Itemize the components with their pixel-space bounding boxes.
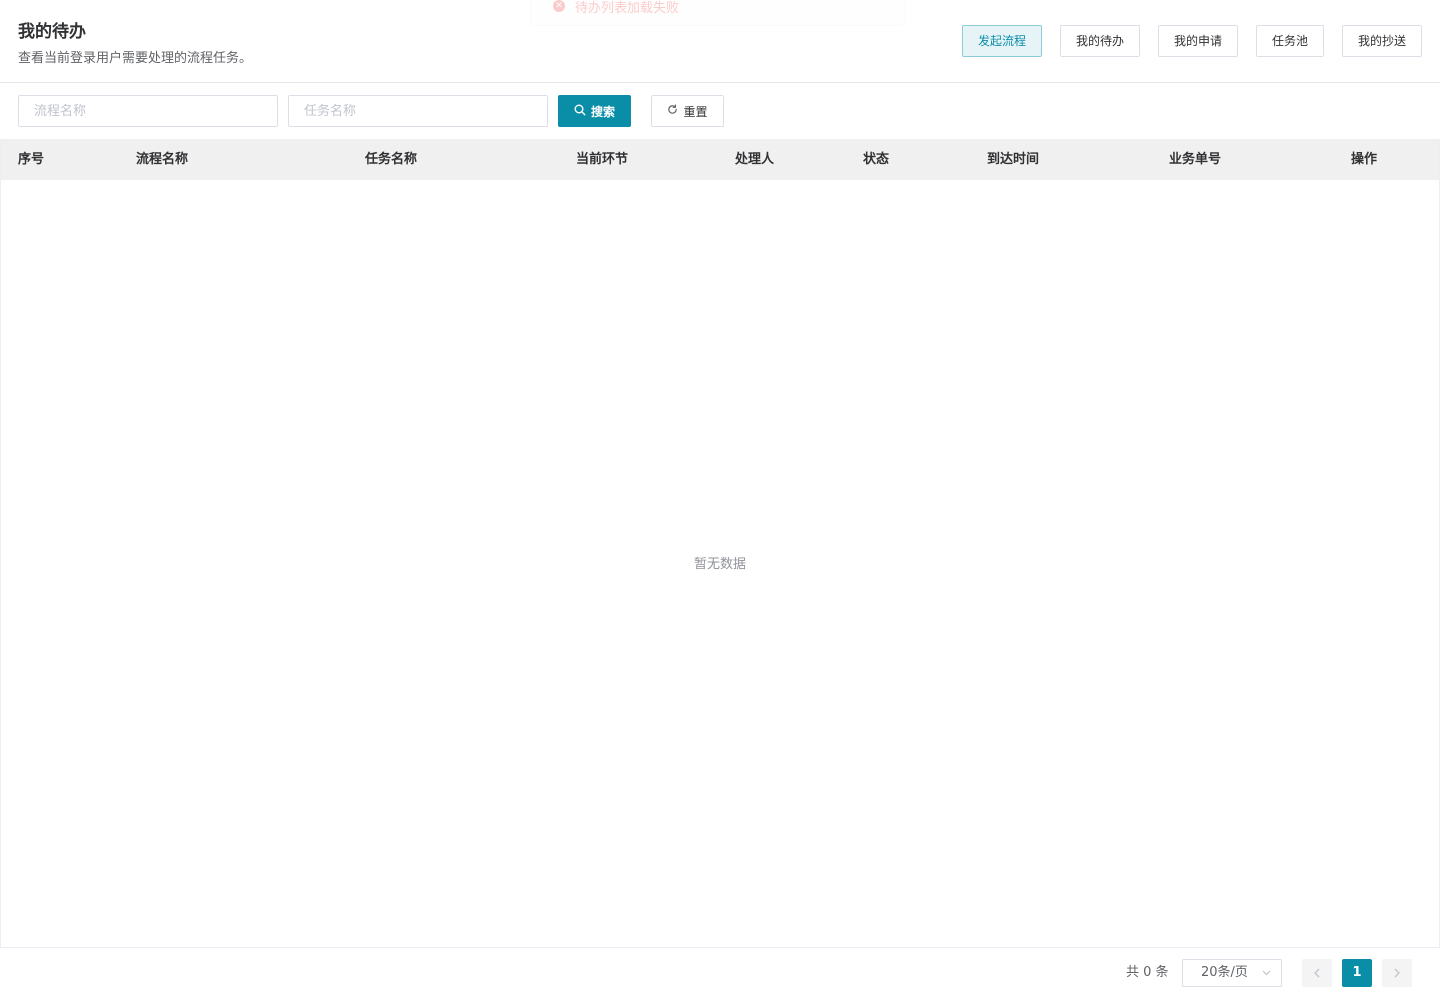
- column-header-current-step: 当前环节: [576, 152, 629, 167]
- table-header: 序号 流程名称 任务名称 当前环节 处理人 状态 到达时间 业务单号 操作: [1, 139, 1439, 180]
- my-cc-button[interactable]: 我的抄送: [1342, 25, 1422, 57]
- start-process-button[interactable]: 发起流程: [962, 25, 1042, 57]
- todo-table: 序号 流程名称 任务名称 当前环节 处理人 状态 到达时间 业务单号 操作 暂无…: [0, 139, 1440, 948]
- column-header-business-no: 业务单号: [1169, 152, 1222, 167]
- task-pool-button[interactable]: 任务池: [1256, 25, 1324, 57]
- chevron-right-icon: [1394, 968, 1400, 978]
- column-header-handler: 处理人: [735, 152, 775, 167]
- page-header: 我的待办 查看当前登录用户需要处理的流程任务。 发起流程 我的待办 我的申请 任…: [0, 0, 1440, 83]
- page-size-select[interactable]: 20条/页: [1182, 959, 1282, 987]
- next-page-button[interactable]: [1382, 959, 1412, 987]
- empty-state-text: 暂无数据: [693, 557, 746, 572]
- reset-button-label: 重置: [683, 104, 708, 119]
- chevron-down-icon: [1262, 960, 1271, 997]
- column-header-index: 序号: [18, 152, 45, 167]
- todo-page: ✕ 待办列表加载失败 我的待办 查看当前登录用户需要处理的流程任务。 发起流程 …: [0, 0, 1440, 1000]
- task-name-input[interactable]: [288, 95, 548, 127]
- column-header-task-name: 任务名称: [365, 152, 418, 167]
- refresh-icon: [667, 104, 678, 118]
- column-header-status: 状态: [863, 152, 890, 167]
- search-button[interactable]: 搜索: [558, 95, 631, 127]
- prev-page-button[interactable]: [1302, 959, 1332, 987]
- page-number-current[interactable]: 1: [1342, 959, 1372, 987]
- column-header-arrival-time: 到达时间: [987, 152, 1040, 167]
- my-application-button[interactable]: 我的申请: [1158, 25, 1238, 57]
- my-todo-button[interactable]: 我的待办: [1060, 25, 1140, 57]
- search-icon: [574, 104, 586, 119]
- nav-button-group: 发起流程 我的待办 我的申请 任务池 我的抄送: [0, 25, 1440, 57]
- column-header-process-name: 流程名称: [136, 152, 189, 167]
- search-button-label: 搜索: [590, 104, 615, 119]
- column-header-actions: 操作: [1351, 152, 1378, 167]
- chevron-left-icon: [1314, 968, 1320, 978]
- reset-button[interactable]: 重置: [651, 95, 724, 127]
- process-name-input[interactable]: [18, 95, 278, 127]
- page-size-value: 20条/页: [1201, 965, 1248, 980]
- pagination: 共 0 条 20条/页 1: [0, 959, 1440, 989]
- total-count: 共 0 条: [1126, 965, 1169, 980]
